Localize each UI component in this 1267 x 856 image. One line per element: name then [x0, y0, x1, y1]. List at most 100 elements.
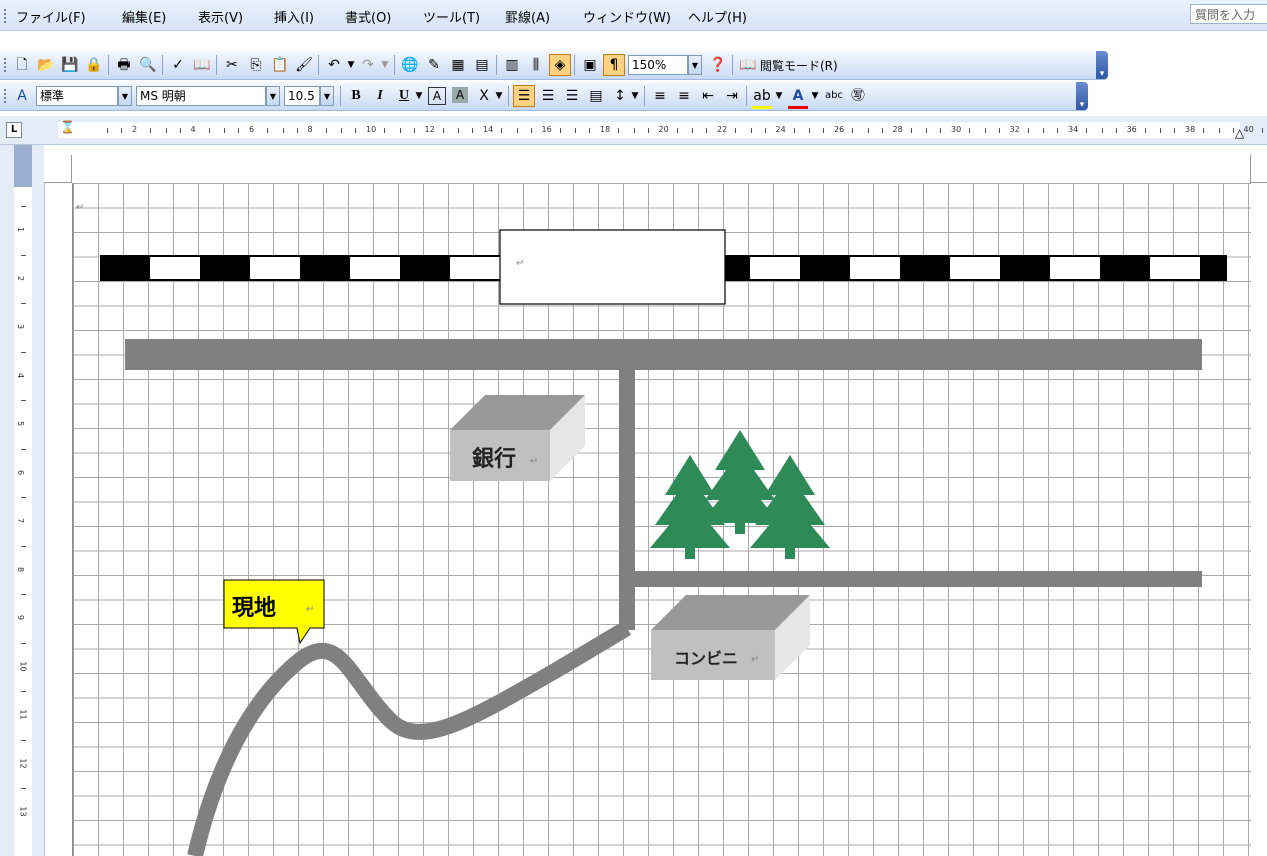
- underline-dropdown-icon[interactable]: ▼: [414, 86, 424, 106]
- ruler-tick: [809, 128, 810, 133]
- menu-table[interactable]: 罫線(A): [505, 7, 550, 26]
- enclose-characters-icon[interactable]: ㊢: [848, 86, 868, 106]
- menu-window[interactable]: ウィンドウ(W): [583, 7, 671, 26]
- ruler-tick: [1043, 128, 1044, 133]
- save-icon[interactable]: 💾: [60, 55, 80, 75]
- line-spacing-icon[interactable]: ↕: [610, 86, 630, 106]
- italic-button[interactable]: I: [370, 86, 390, 106]
- char-scale-icon[interactable]: X: [474, 86, 494, 106]
- toolbar-options-icon[interactable]: ▾: [1076, 82, 1088, 110]
- bank-label: 銀行: [472, 447, 517, 472]
- ruler-tick: [750, 128, 752, 133]
- ask-question-input[interactable]: 質問を入力: [1190, 4, 1267, 24]
- reading-mode-button[interactable]: 閲覧モード(R): [760, 57, 838, 74]
- document-map-icon[interactable]: ◈: [549, 54, 571, 76]
- right-indent-marker-icon[interactable]: △: [1235, 126, 1244, 140]
- char-border-icon[interactable]: A: [428, 87, 446, 105]
- line-spacing-dropdown-icon[interactable]: ▼: [630, 86, 640, 106]
- hyperlink-icon[interactable]: 🌐: [400, 55, 420, 75]
- align-right-icon[interactable]: ☰: [562, 86, 582, 106]
- print-icon[interactable]: 🖶: [114, 55, 134, 75]
- vertical-ruler[interactable]: 1 2 3 4 5 6 7 8 9 10 11 12 13: [0, 145, 45, 856]
- ruler-text-area: [58, 122, 1240, 138]
- distribute-icon[interactable]: ▤: [586, 86, 606, 106]
- help-icon[interactable]: ❓: [708, 55, 728, 75]
- zoom-dropdown-icon[interactable]: ▼: [688, 55, 702, 75]
- bullets-icon[interactable]: ≡: [674, 86, 694, 106]
- menu-format[interactable]: 書式(O): [345, 7, 391, 26]
- style-dropdown-icon[interactable]: ▼: [118, 86, 132, 106]
- ruler-number: 28: [892, 125, 903, 134]
- paste-icon[interactable]: 📋: [270, 55, 290, 75]
- tables-borders-icon[interactable]: ✎: [424, 55, 444, 75]
- undo-dropdown-icon[interactable]: ▼: [346, 55, 356, 75]
- underline-button[interactable]: U: [394, 86, 414, 106]
- research-icon[interactable]: 📖: [192, 55, 212, 75]
- ruler-number: 6: [249, 125, 255, 134]
- menu-edit[interactable]: 編集(E): [122, 7, 166, 26]
- menu-help[interactable]: ヘルプ(H): [688, 7, 747, 26]
- ruler-number: 14: [483, 125, 494, 134]
- redo-icon[interactable]: ↷: [358, 55, 378, 75]
- paragraph-mark-icon: ↵: [76, 202, 85, 213]
- thumbnail-icon[interactable]: ▣: [580, 55, 600, 75]
- font-size-dropdown-icon[interactable]: ▼: [320, 86, 334, 106]
- style-select[interactable]: 標準: [36, 86, 118, 106]
- char-shading-icon[interactable]: A: [452, 87, 468, 103]
- insert-excel-icon[interactable]: ▤: [472, 55, 492, 75]
- new-document-icon[interactable]: 🗋: [12, 55, 32, 75]
- permission-icon[interactable]: 🔒: [84, 55, 104, 75]
- open-folder-icon[interactable]: 📂: [36, 55, 56, 75]
- font-select[interactable]: MS 明朝: [136, 86, 266, 106]
- format-painter-icon[interactable]: 🖌: [294, 55, 314, 75]
- reading-mode-icon[interactable]: 📖: [738, 55, 758, 75]
- menu-tools[interactable]: ツール(T): [423, 7, 480, 26]
- ruler-tick: [21, 254, 26, 256]
- styles-pane-icon[interactable]: A: [12, 86, 32, 106]
- indent-marker-icon[interactable]: ⌛: [60, 120, 75, 134]
- toolbar-grip[interactable]: [4, 89, 6, 103]
- highlight-icon[interactable]: ab: [752, 86, 772, 109]
- menu-insert[interactable]: 挿入(I): [274, 7, 314, 26]
- horizontal-ruler[interactable]: L 2 4 6 8 10 12 14 16 18 20 22 24 26 28 30 32 34 36 38 40 ⌛…: [0, 116, 1267, 145]
- align-justify-icon[interactable]: ☰: [513, 85, 535, 107]
- spelling-icon[interactable]: ✓: [168, 55, 188, 75]
- decrease-indent-icon[interactable]: ⇤: [698, 86, 718, 106]
- menu-file[interactable]: ファイル(F): [16, 7, 86, 26]
- zoom-select[interactable]: 150%: [628, 55, 688, 75]
- ruler-tick: [1144, 128, 1146, 133]
- font-dropdown-icon[interactable]: ▼: [266, 86, 280, 106]
- toolbar-grip[interactable]: [4, 58, 6, 72]
- menu-grip[interactable]: [4, 9, 6, 23]
- separator: [216, 55, 217, 75]
- ruler-number: 7: [16, 517, 26, 524]
- ruler-tick: [1261, 128, 1263, 133]
- document-page-grid[interactable]: [72, 183, 1251, 856]
- menu-view[interactable]: 表示(V): [198, 7, 243, 26]
- highlight-dropdown-icon[interactable]: ▼: [774, 86, 784, 106]
- font-size-select[interactable]: 10.5: [284, 86, 320, 106]
- align-center-icon[interactable]: ☰: [538, 86, 558, 106]
- toolbar-options-icon[interactable]: ▾: [1096, 51, 1108, 79]
- copy-icon[interactable]: ⎘: [246, 55, 266, 75]
- print-preview-icon[interactable]: 🔍: [138, 55, 158, 75]
- ruler-number: 34: [1068, 125, 1079, 134]
- ruler-tick: [881, 128, 883, 133]
- phonetic-guide-icon[interactable]: abc: [824, 86, 844, 106]
- ruler-number: 40: [1243, 125, 1254, 134]
- font-color-icon[interactable]: A: [788, 86, 808, 109]
- undo-icon[interactable]: ↶: [324, 55, 344, 75]
- show-hide-icon[interactable]: ¶: [603, 54, 625, 76]
- font-color-dropdown-icon[interactable]: ▼: [810, 86, 820, 106]
- numbering-icon[interactable]: ≡: [650, 86, 670, 106]
- ruler-number: 18: [600, 125, 611, 134]
- drawing-icon[interactable]: ⫼: [526, 55, 546, 75]
- redo-dropdown-icon[interactable]: ▼: [380, 55, 390, 75]
- cut-icon[interactable]: ✂: [222, 55, 242, 75]
- insert-table-icon[interactable]: ▦: [448, 55, 468, 75]
- tab-selector-button[interactable]: L: [6, 122, 22, 138]
- char-scale-dropdown-icon[interactable]: ▼: [494, 86, 504, 106]
- increase-indent-icon[interactable]: ⇥: [722, 86, 742, 106]
- bold-button[interactable]: B: [346, 86, 366, 106]
- columns-icon[interactable]: ▥: [502, 55, 522, 75]
